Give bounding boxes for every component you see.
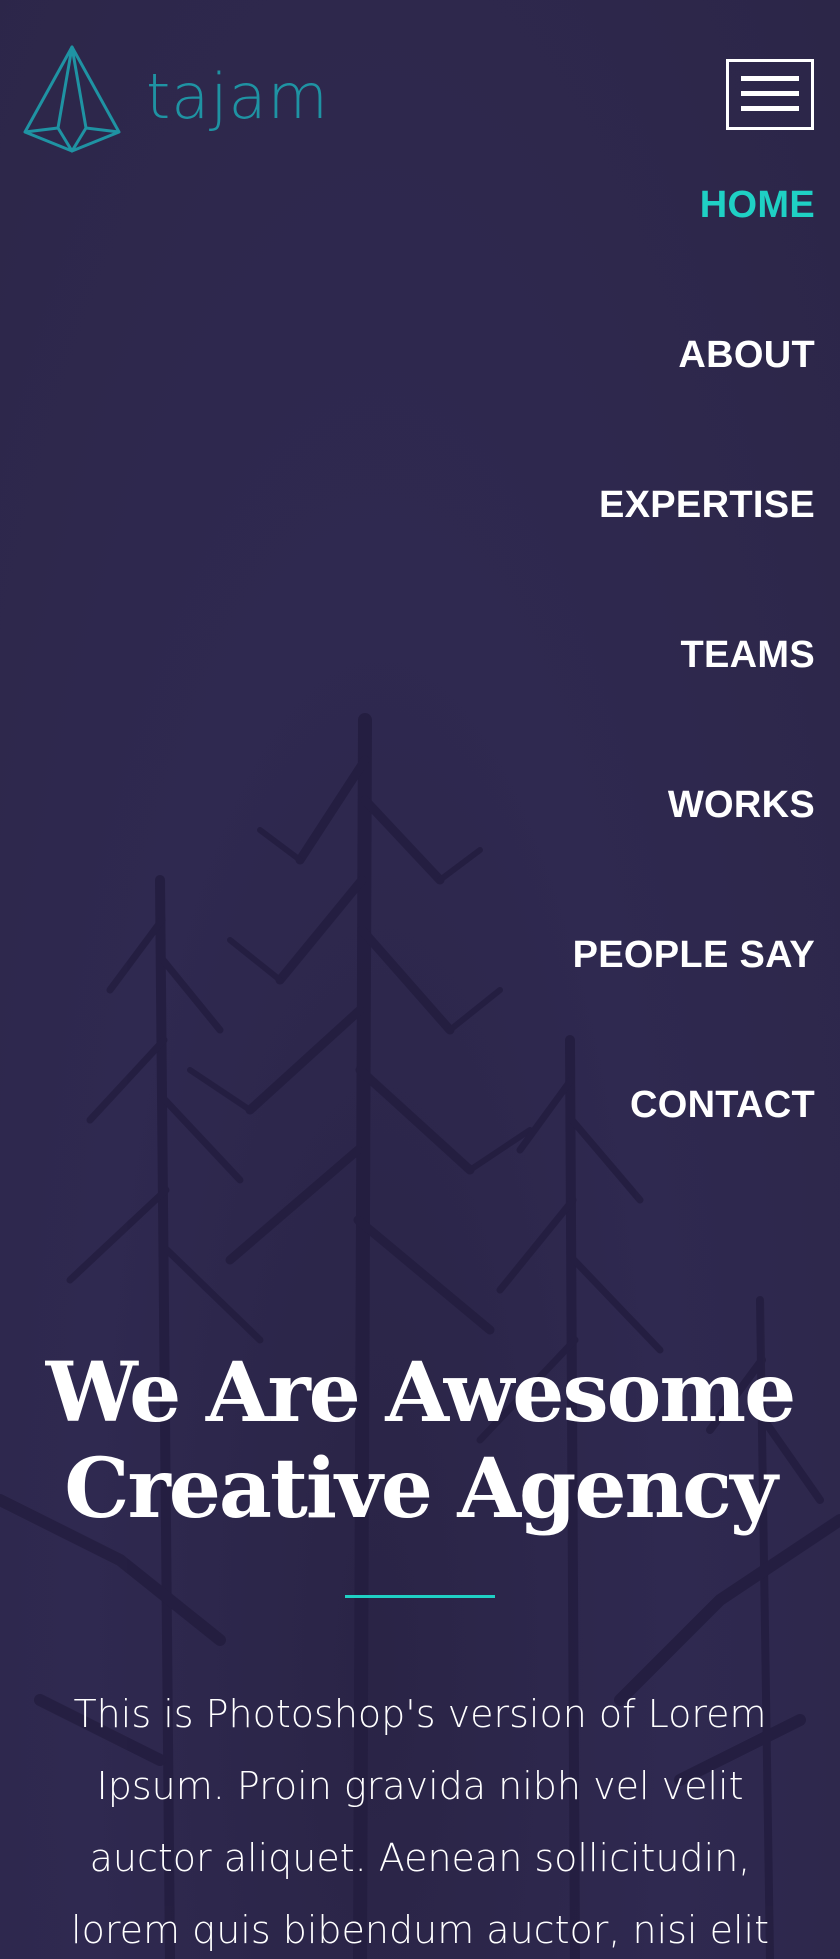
nav-item-home: HOME (573, 175, 815, 325)
site-header: tajam (0, 0, 840, 160)
nav-link-expertise[interactable]: EXPERTISE (599, 475, 815, 535)
menu-icon-bar (741, 106, 799, 111)
hero-title-line-2: Creative Agency (64, 1441, 777, 1537)
hero-title: We Are Awesome Creative Agency (0, 1345, 840, 1537)
brand-name: tajam (146, 60, 329, 133)
nav-link-home[interactable]: HOME (700, 175, 815, 235)
hero-description: This is Photoshop's version of Lorem Ips… (71, 1692, 769, 1952)
page: tajam HOME ABOUT EXPERTISE TEAMS WORKS P… (0, 0, 840, 1959)
main-navigation: HOME ABOUT EXPERTISE TEAMS WORKS PEOPLE … (573, 175, 815, 1225)
paper-plane-icon (23, 45, 121, 153)
brand-logo[interactable]: tajam (22, 44, 329, 154)
hamburger-menu-button[interactable] (726, 59, 814, 130)
hero-section: We Are Awesome Creative Agency This is P… (0, 1345, 840, 1959)
nav-link-contact[interactable]: CONTACT (630, 1075, 815, 1135)
nav-item-teams: TEAMS (573, 625, 815, 775)
nav-link-people-say[interactable]: PEOPLE SAY (573, 925, 815, 985)
nav-item-about: ABOUT (573, 325, 815, 475)
hero-title-line-1: We Are Awesome (45, 1345, 797, 1441)
nav-item-works: WORKS (573, 775, 815, 925)
nav-link-works[interactable]: WORKS (668, 775, 815, 835)
nav-link-about[interactable]: ABOUT (678, 325, 815, 385)
nav-item-people-say: PEOPLE SAY (573, 925, 815, 1075)
menu-icon-bar (741, 91, 799, 96)
nav-item-contact: CONTACT (573, 1075, 815, 1225)
hero-divider (345, 1595, 495, 1598)
menu-icon-bar (741, 76, 799, 81)
nav-link-teams[interactable]: TEAMS (681, 625, 816, 685)
nav-item-expertise: EXPERTISE (573, 475, 815, 625)
